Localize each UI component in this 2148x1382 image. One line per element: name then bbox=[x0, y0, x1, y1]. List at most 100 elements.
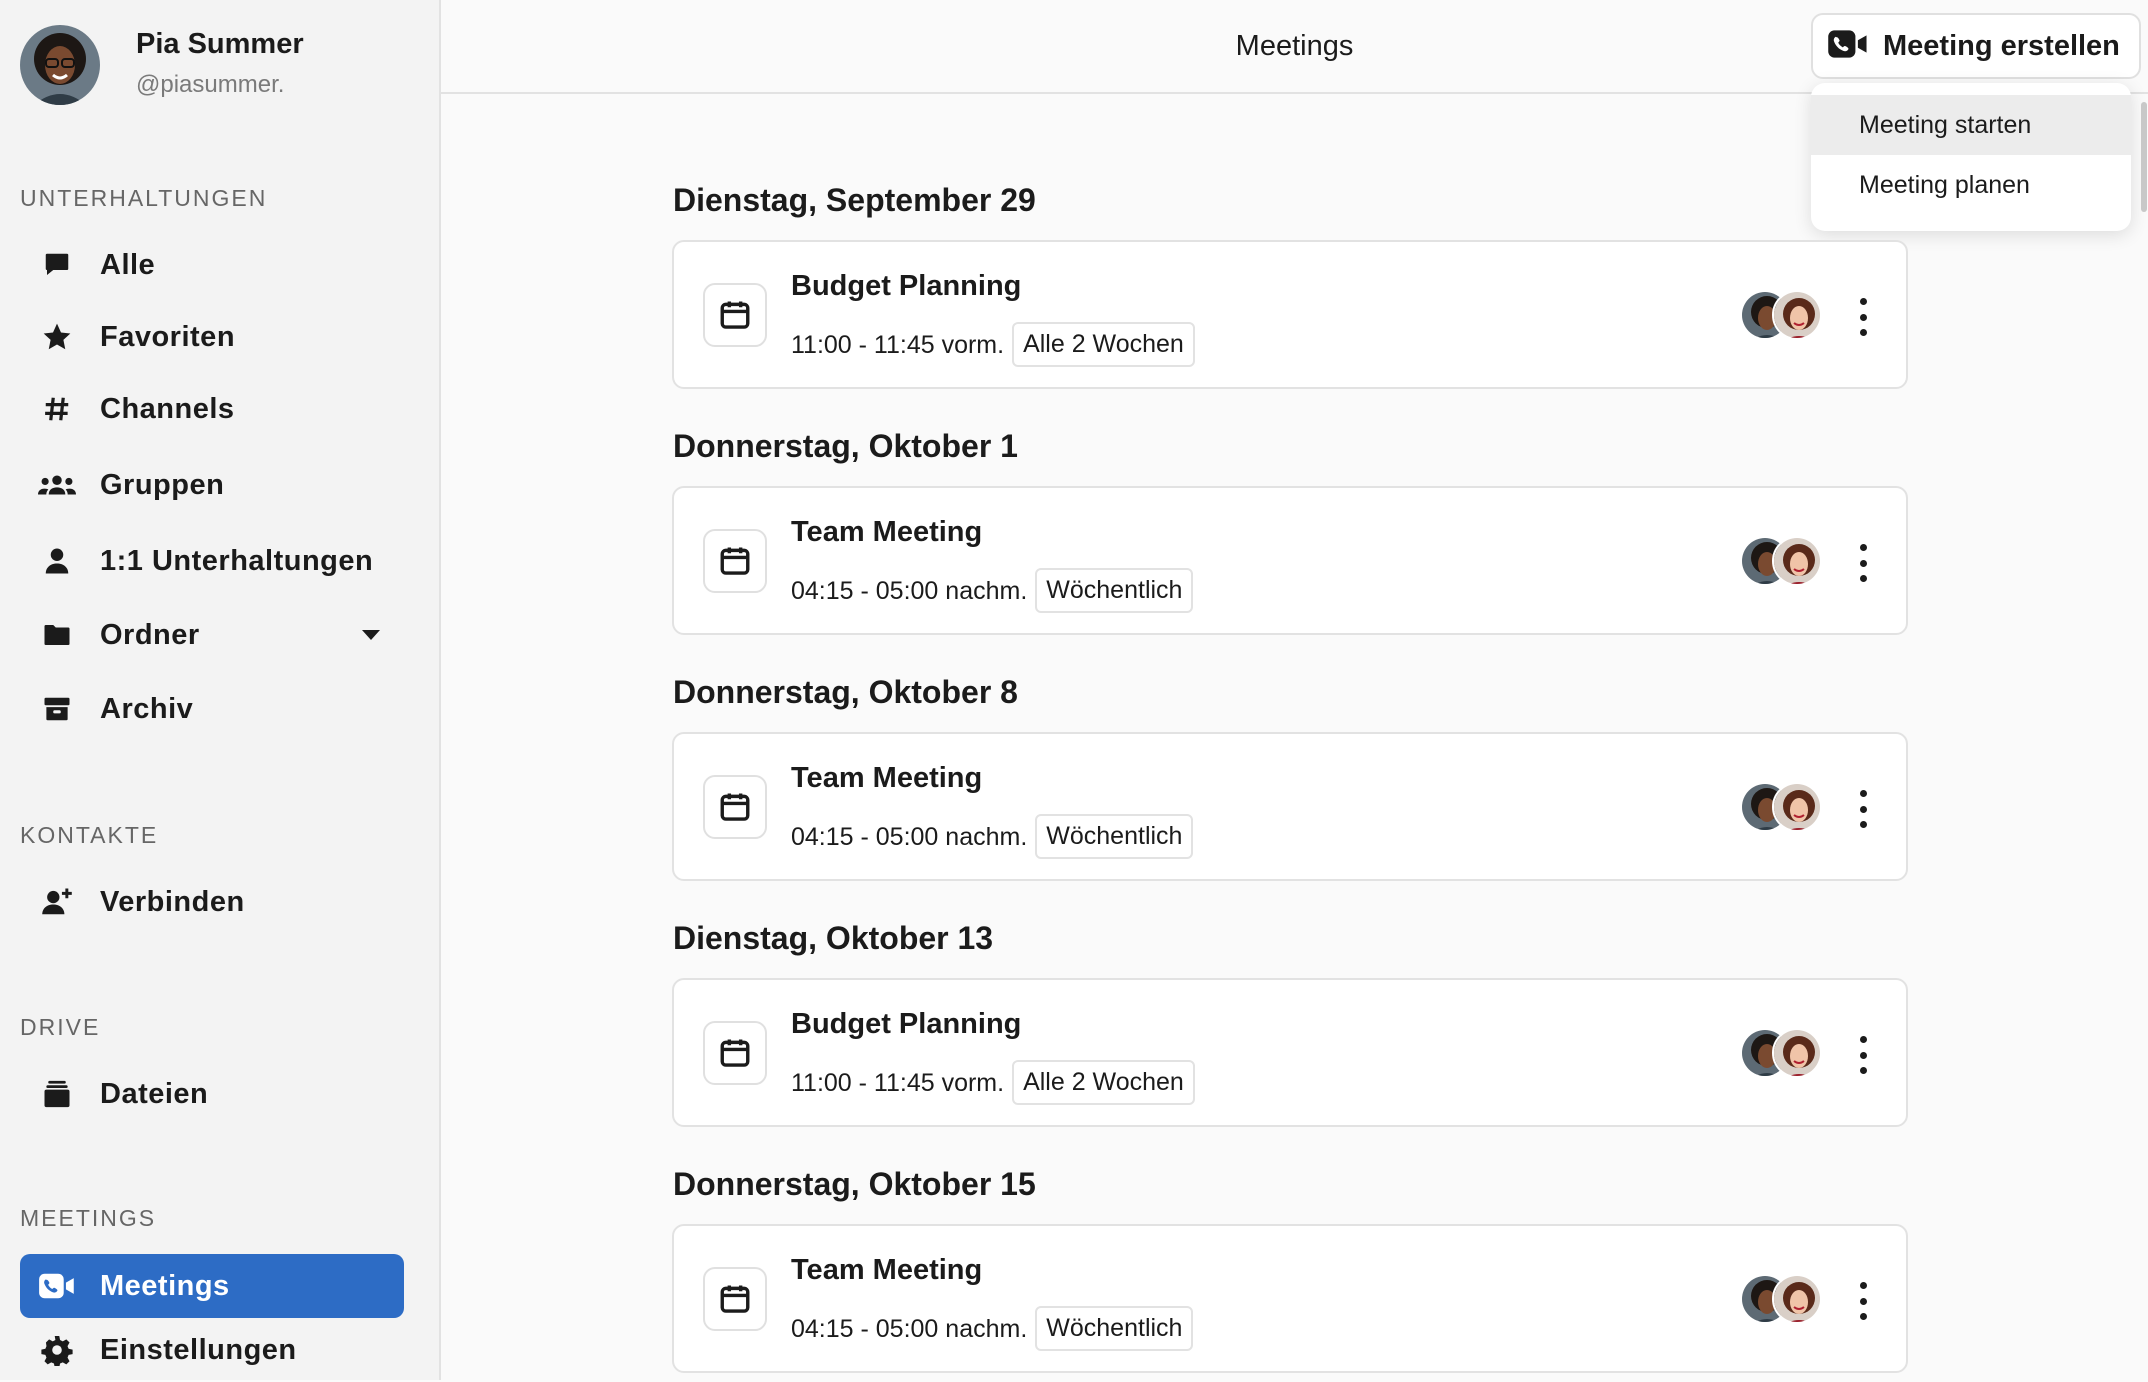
sidebar-item-ordner[interactable]: Ordner bbox=[20, 603, 404, 667]
meeting-card[interactable]: Team Meeting 04:15 - 05:00 nachm. Wöchent… bbox=[672, 1224, 1908, 1373]
avatar bbox=[1772, 536, 1822, 586]
meeting-card[interactable]: Team Meeting 04:15 - 05:00 nachm. Wöchent… bbox=[672, 486, 1908, 635]
sidebar-item-label: Alle bbox=[100, 248, 156, 281]
person-icon bbox=[38, 542, 76, 580]
create-meeting-dropdown: Meeting starten Meeting planen bbox=[1811, 83, 2131, 231]
section-title-meetings: MEETINGS bbox=[20, 1205, 157, 1231]
create-meeting-button[interactable]: Meeting erstellen bbox=[1811, 13, 2141, 79]
folder-icon bbox=[38, 616, 76, 654]
sidebar: Pia Summer @piasummer. UNTERHALTUNGEN Al… bbox=[0, 0, 441, 1380]
meeting-time: 04:15 - 05:00 nachm. bbox=[791, 823, 1028, 852]
meeting-time-row: 11:00 - 11:45 vorm. Alle 2 Wochen bbox=[791, 1060, 1195, 1107]
meeting-time-row: 11:00 - 11:45 vorm. Alle 2 Wochen bbox=[791, 322, 1195, 369]
calendar-icon bbox=[703, 529, 767, 593]
more-options-icon[interactable] bbox=[1850, 1282, 1876, 1320]
participant-avatars[interactable] bbox=[1740, 782, 1826, 832]
sidebar-item-label: 1:1 Unterhaltungen bbox=[100, 544, 374, 577]
sidebar-item-label: Channels bbox=[100, 392, 235, 425]
meeting-time-row: 04:15 - 05:00 nachm. Wöchentlich bbox=[791, 814, 1194, 861]
meeting-time: 04:15 - 05:00 nachm. bbox=[791, 577, 1028, 606]
meeting-time-row: 04:15 - 05:00 nachm. Wöchentlich bbox=[791, 568, 1194, 615]
avatar bbox=[1772, 782, 1822, 832]
archive-icon bbox=[38, 690, 76, 728]
sidebar-item-label: Favoriten bbox=[100, 320, 236, 353]
chat-bubble-icon bbox=[38, 246, 76, 284]
menu-item-schedule-meeting[interactable]: Meeting planen bbox=[1811, 155, 2131, 215]
sidebar-item-gruppen[interactable]: Gruppen bbox=[20, 453, 404, 517]
scrollbar[interactable] bbox=[2141, 102, 2147, 212]
day-heading: Dienstag, September 29 bbox=[673, 182, 1036, 218]
meeting-time: 11:00 - 11:45 vorm. bbox=[791, 1069, 1005, 1098]
sidebar-item-label: Meetings bbox=[100, 1269, 230, 1302]
sidebar-item-label: Ordner bbox=[100, 618, 200, 651]
avatar[interactable] bbox=[20, 25, 100, 105]
more-options-icon[interactable] bbox=[1850, 298, 1876, 336]
day-heading: Donnerstag, Oktober 1 bbox=[673, 428, 1018, 464]
sidebar-item-verbinden[interactable]: Verbinden bbox=[20, 870, 404, 934]
meeting-card[interactable]: Team Meeting 04:15 - 05:00 nachm. Wöchent… bbox=[672, 732, 1908, 881]
sidebar-item-alle[interactable]: Alle bbox=[20, 233, 404, 297]
sidebar-item-channels[interactable]: Channels bbox=[20, 377, 404, 441]
add-person-icon bbox=[38, 883, 76, 921]
sidebar-item-label: Einstellungen bbox=[100, 1333, 297, 1366]
chevron-down-icon[interactable] bbox=[362, 630, 380, 640]
sidebar-item-archiv[interactable]: Archiv bbox=[20, 677, 404, 741]
sidebar-item-einstellungen[interactable]: Einstellungen bbox=[20, 1318, 404, 1382]
group-icon bbox=[38, 466, 76, 504]
section-title-conversations: UNTERHALTUNGEN bbox=[20, 185, 268, 211]
participant-avatars[interactable] bbox=[1740, 1274, 1826, 1324]
meeting-title: Budget Planning bbox=[791, 1008, 1022, 1040]
sidebar-item-label: Verbinden bbox=[100, 885, 245, 918]
create-meeting-label: Meeting erstellen bbox=[1883, 29, 2120, 62]
recurrence-badge: Wöchentlich bbox=[1035, 568, 1194, 613]
recurrence-badge: Wöchentlich bbox=[1035, 1306, 1194, 1351]
recurrence-badge: Alle 2 Wochen bbox=[1012, 322, 1195, 367]
sidebar-item-label: Dateien bbox=[100, 1077, 209, 1110]
gear-icon bbox=[38, 1331, 76, 1369]
recurrence-badge: Wöchentlich bbox=[1035, 814, 1194, 859]
calendar-icon bbox=[703, 1267, 767, 1331]
sidebar-item-dateien[interactable]: Dateien bbox=[20, 1062, 404, 1126]
section-title-drive: DRIVE bbox=[20, 1014, 101, 1040]
avatar bbox=[1772, 1028, 1822, 1078]
meeting-card[interactable]: Budget Planning 11:00 - 11:45 vorm. Alle … bbox=[672, 978, 1908, 1127]
meeting-title: Team Meeting bbox=[791, 762, 983, 794]
sidebar-item-label: Gruppen bbox=[100, 468, 225, 501]
meeting-title: Team Meeting bbox=[791, 516, 983, 548]
meeting-time: 04:15 - 05:00 nachm. bbox=[791, 1315, 1028, 1344]
meeting-title: Team Meeting bbox=[791, 1254, 983, 1286]
profile-name: Pia Summer bbox=[136, 27, 304, 60]
calendar-icon bbox=[703, 283, 767, 347]
more-options-icon[interactable] bbox=[1850, 1036, 1876, 1074]
profile[interactable]: Pia Summer @piasummer. bbox=[20, 25, 304, 105]
profile-handle: @piasummer. bbox=[136, 70, 285, 98]
calendar-icon bbox=[703, 775, 767, 839]
hash-icon bbox=[38, 390, 76, 428]
day-heading: Donnerstag, Oktober 8 bbox=[673, 674, 1018, 710]
participant-avatars[interactable] bbox=[1740, 536, 1826, 586]
menu-item-start-meeting[interactable]: Meeting starten bbox=[1811, 95, 2131, 155]
sidebar-item-meetings[interactable]: Meetings bbox=[20, 1254, 404, 1318]
day-heading: Donnerstag, Oktober 15 bbox=[673, 1166, 1036, 1202]
meeting-card[interactable]: Budget Planning 11:00 - 11:45 vorm. Alle … bbox=[672, 240, 1908, 389]
more-options-icon[interactable] bbox=[1850, 790, 1876, 828]
meeting-time: 11:00 - 11:45 vorm. bbox=[791, 331, 1005, 360]
calendar-icon bbox=[703, 1021, 767, 1085]
meeting-title: Budget Planning bbox=[791, 270, 1022, 302]
sidebar-item-direct-messages[interactable]: 1:1 Unterhaltungen bbox=[20, 529, 404, 593]
star-icon bbox=[38, 318, 76, 356]
day-heading: Dienstag, Oktober 13 bbox=[673, 920, 994, 956]
participant-avatars[interactable] bbox=[1740, 290, 1826, 340]
meeting-time-row: 04:15 - 05:00 nachm. Wöchentlich bbox=[791, 1306, 1194, 1353]
files-icon bbox=[38, 1075, 76, 1113]
video-call-icon bbox=[38, 1267, 76, 1305]
recurrence-badge: Alle 2 Wochen bbox=[1012, 1060, 1195, 1105]
video-call-icon bbox=[1827, 29, 1869, 64]
participant-avatars[interactable] bbox=[1740, 1028, 1826, 1078]
sidebar-item-favoriten[interactable]: Favoriten bbox=[20, 305, 404, 369]
more-options-icon[interactable] bbox=[1850, 544, 1876, 582]
avatar bbox=[1772, 1274, 1822, 1324]
avatar bbox=[1772, 290, 1822, 340]
section-title-contacts: KONTAKTE bbox=[20, 822, 159, 848]
sidebar-item-label: Archiv bbox=[100, 692, 194, 725]
